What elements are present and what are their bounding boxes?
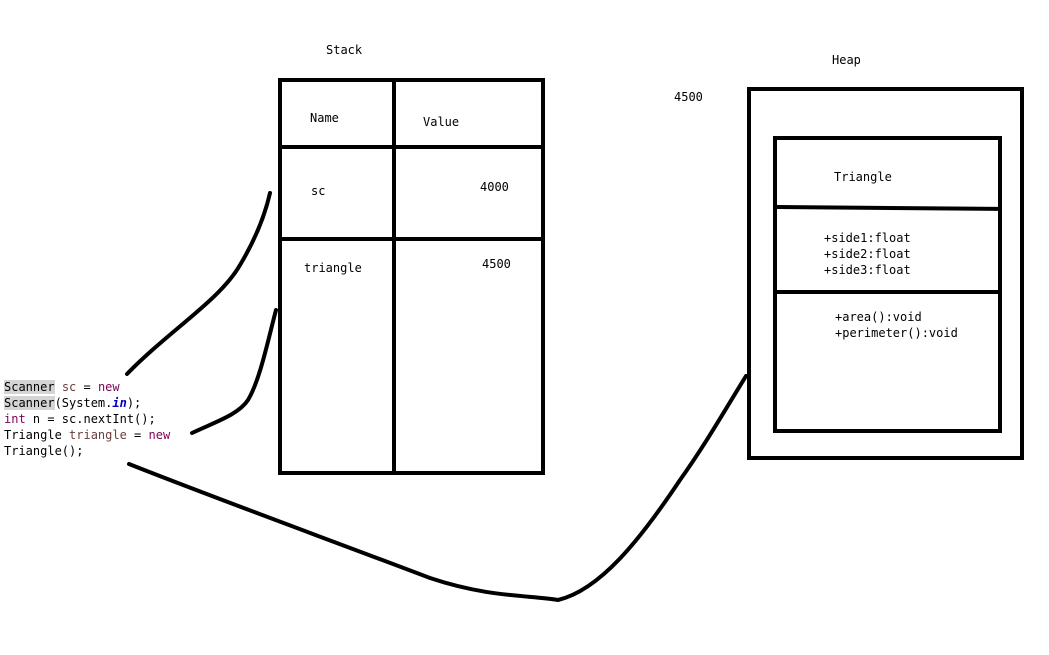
heap-connector-line — [127, 374, 748, 603]
triangle-connector-line — [190, 308, 278, 435]
sc-connector-line — [125, 191, 272, 376]
connector-lines — [125, 191, 748, 603]
